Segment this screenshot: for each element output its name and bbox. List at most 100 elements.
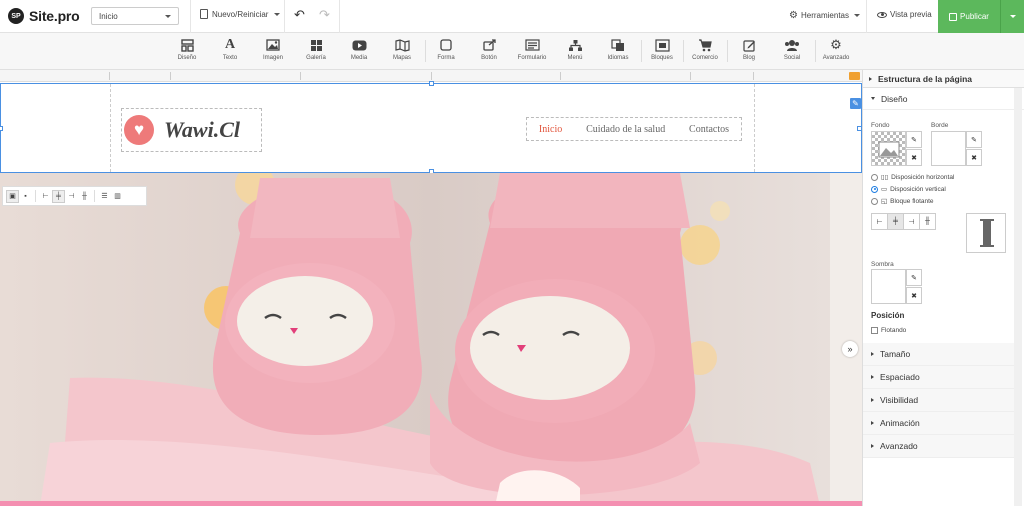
site-logo[interactable]: ♥ Wawi.Cl bbox=[121, 108, 262, 152]
section-size[interactable]: Tamaño bbox=[863, 343, 1015, 366]
align-right-icon[interactable]: ⊣ bbox=[65, 190, 78, 203]
tool-maps[interactable]: Mapas bbox=[380, 37, 424, 61]
new-reset-button[interactable]: Nuevo/Reiniciar bbox=[200, 9, 281, 19]
page-structure-header[interactable]: Estructura de la página bbox=[863, 70, 1024, 88]
baby-shoes-photo bbox=[0, 173, 862, 506]
tool-label: Botón bbox=[481, 55, 497, 61]
design-title: Diseño bbox=[881, 93, 908, 104]
edit-background-button[interactable]: ✎ bbox=[906, 131, 922, 148]
clear-border-button[interactable]: ✖ bbox=[966, 149, 982, 166]
border-swatch[interactable] bbox=[931, 131, 966, 166]
resize-handle[interactable] bbox=[0, 126, 3, 131]
section-spacing[interactable]: Espaciado bbox=[863, 366, 1015, 389]
tool-label: Blog bbox=[742, 55, 755, 61]
menu-item-home[interactable]: Inicio bbox=[539, 124, 562, 135]
tool-blog[interactable]: Blog bbox=[727, 37, 771, 61]
heart-icon: ♥ bbox=[124, 115, 154, 145]
tool-text[interactable]: A Texto bbox=[208, 37, 252, 61]
align-left-icon[interactable]: ⊢ bbox=[871, 213, 888, 230]
edit-pencil-icon[interactable]: ✎ bbox=[850, 98, 861, 109]
media-icon bbox=[352, 37, 367, 53]
page-select[interactable]: Inicio bbox=[91, 7, 179, 25]
tool-label: Media bbox=[350, 55, 368, 61]
tool-image[interactable]: Imagen bbox=[251, 37, 295, 61]
layout-horizontal-icon: ▯▯ bbox=[881, 174, 889, 181]
warning-icon[interactable] bbox=[849, 72, 860, 80]
chevron-down-icon bbox=[1009, 15, 1016, 18]
tool-media[interactable]: Media bbox=[337, 37, 381, 61]
clear-background-button[interactable]: ✖ bbox=[906, 149, 922, 166]
floating-checkbox[interactable]: Flotando bbox=[871, 327, 906, 334]
vertical-align-box[interactable] bbox=[966, 213, 1006, 253]
tool-label: Formulario bbox=[517, 55, 547, 61]
shadow-swatch[interactable] bbox=[871, 269, 906, 304]
edit-shadow-button[interactable]: ✎ bbox=[906, 269, 922, 286]
layout-horizontal-radio[interactable]: ▯▯ Disposición horizontal bbox=[871, 173, 954, 181]
logo: SP Site.pro bbox=[8, 8, 80, 24]
background-swatch[interactable] bbox=[871, 131, 906, 166]
undo-button[interactable]: ↶ bbox=[294, 8, 305, 22]
layout-block-icon[interactable]: ▣ bbox=[6, 189, 19, 203]
page-structure-title: Estructura de la página bbox=[878, 73, 972, 84]
section-advanced[interactable]: Avanzado bbox=[863, 435, 1015, 458]
tool-languages[interactable]: Idiomas bbox=[596, 37, 640, 61]
align-justify-icon[interactable]: ╫ bbox=[78, 190, 91, 203]
hero-image[interactable]: » bbox=[0, 173, 862, 506]
tool-button[interactable]: Botón bbox=[467, 37, 511, 61]
divider bbox=[94, 190, 95, 202]
tool-gallery[interactable]: Galería bbox=[294, 37, 338, 61]
site-menu[interactable]: Inicio Cuidado de la salud Contactos bbox=[526, 117, 742, 141]
tool-advanced[interactable]: ⚙ Avanzado bbox=[814, 37, 858, 61]
tool-label: Galería bbox=[306, 55, 326, 61]
design-section-header[interactable]: Diseño bbox=[863, 88, 1024, 110]
tool-menu[interactable]: Menú bbox=[553, 37, 597, 61]
layout-vertical-icon: ▭ bbox=[881, 186, 888, 193]
align-right-icon[interactable]: ⊣ bbox=[903, 213, 920, 230]
menu-item-health[interactable]: Cuidado de la salud bbox=[586, 124, 665, 135]
layout-floating-radio[interactable]: ◱ Bloque flotante bbox=[871, 197, 934, 205]
blog-icon bbox=[742, 37, 756, 53]
align-center-icon[interactable]: ╪ bbox=[887, 213, 904, 230]
layout-inner-icon[interactable]: ▪ bbox=[19, 190, 32, 203]
redo-button[interactable]: ↷ bbox=[319, 8, 330, 22]
radio-dot bbox=[871, 173, 878, 181]
tools-menu[interactable]: ⚙ Herramientas bbox=[789, 10, 860, 21]
chevron-right-icon bbox=[869, 76, 872, 81]
menu-item-contacts[interactable]: Contactos bbox=[689, 124, 729, 135]
tool-commerce[interactable]: Comercio bbox=[683, 37, 727, 61]
shadow-label: Sombra bbox=[871, 261, 894, 268]
stack-columns-icon[interactable]: ▥ bbox=[111, 190, 124, 203]
tool-social[interactable]: Social bbox=[770, 37, 814, 61]
publish-dropdown-button[interactable] bbox=[1000, 0, 1024, 33]
site-brand-name: Wawi.Cl bbox=[164, 117, 241, 142]
menu-icon bbox=[568, 37, 583, 53]
tool-label: Imagen bbox=[262, 55, 283, 61]
chevron-right-icon bbox=[871, 398, 874, 402]
shape-icon bbox=[440, 37, 452, 53]
tool-layout[interactable]: Diseño bbox=[165, 37, 209, 61]
panel-scrollbar[interactable] bbox=[1014, 88, 1022, 506]
preview-button[interactable]: Vista previa bbox=[877, 10, 932, 19]
alignment-group: ⊢ ╪ ⊣ ╫ bbox=[871, 213, 936, 230]
resize-handle[interactable] bbox=[429, 81, 434, 86]
stack-rows-icon[interactable]: ☰ bbox=[98, 190, 111, 203]
editor-canvas[interactable]: ♥ Wawi.Cl Inicio Cuidado de la salud Con… bbox=[0, 70, 862, 506]
align-justify-icon[interactable]: ╫ bbox=[919, 213, 936, 230]
tool-blocks[interactable]: Bloques bbox=[640, 37, 684, 61]
section-visibility[interactable]: Visibilidad bbox=[863, 389, 1015, 412]
align-center-icon[interactable]: ╪ bbox=[52, 189, 65, 203]
align-left-icon[interactable]: ⊢ bbox=[39, 190, 52, 203]
expand-panel-icon[interactable]: » bbox=[842, 341, 858, 357]
document-icon bbox=[200, 9, 208, 19]
gears-icon: ⚙ bbox=[830, 37, 842, 52]
tool-form[interactable]: Formulario bbox=[510, 37, 554, 61]
edit-border-button[interactable]: ✎ bbox=[966, 131, 982, 148]
properties-panel: Estructura de la página Diseño Fondo Bor… bbox=[862, 70, 1024, 506]
tool-shape[interactable]: Forma bbox=[424, 37, 468, 61]
header-row[interactable]: ♥ Wawi.Cl Inicio Cuidado de la salud Con… bbox=[0, 81, 862, 174]
publish-button[interactable]: Publicar bbox=[938, 0, 1000, 33]
clear-shadow-button[interactable]: ✖ bbox=[906, 287, 922, 304]
background-label: Fondo bbox=[871, 122, 890, 129]
section-animation[interactable]: Animación bbox=[863, 412, 1015, 435]
layout-vertical-radio[interactable]: ▭ Disposición vertical bbox=[871, 185, 946, 193]
